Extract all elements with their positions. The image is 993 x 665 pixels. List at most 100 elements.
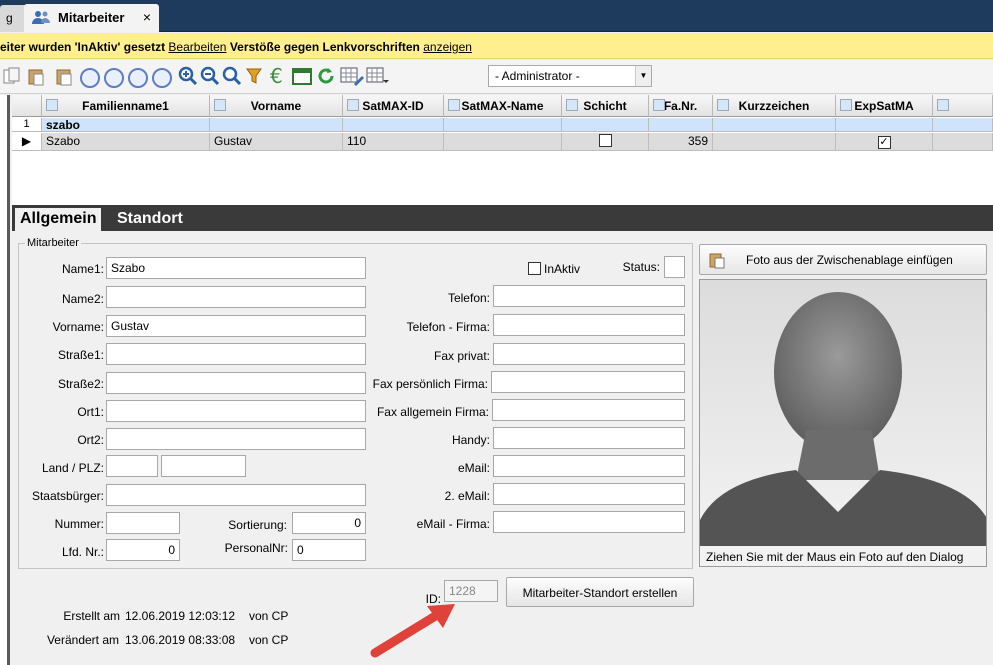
tab-standort[interactable]: Standort bbox=[112, 208, 188, 231]
zoom-icon[interactable] bbox=[222, 66, 242, 86]
photo-dropzone[interactable]: Ziehen Sie mit der Maus ein Foto auf den… bbox=[699, 279, 987, 567]
zoom-in-icon[interactable] bbox=[178, 66, 198, 86]
expsatma-checkbox[interactable]: ✓ bbox=[877, 136, 891, 149]
group-title: Mitarbeiter bbox=[27, 237, 79, 249]
next-record-icon[interactable] bbox=[128, 68, 148, 88]
grid-edit-icon[interactable] bbox=[340, 66, 364, 86]
schicht-checkbox[interactable] bbox=[598, 134, 612, 147]
name2-label: Name2: bbox=[61, 292, 104, 306]
status-label: Status: bbox=[622, 260, 660, 274]
strasse1-field[interactable] bbox=[106, 343, 366, 365]
column-header-schicht[interactable]: Schicht bbox=[562, 95, 649, 117]
table-cell-vorname[interactable]: Gustav bbox=[210, 133, 343, 151]
filter-icon[interactable] bbox=[245, 66, 265, 86]
status-field[interactable] bbox=[664, 256, 685, 278]
filter-cell-expsatma[interactable] bbox=[836, 118, 933, 132]
table-cell-familienname1[interactable]: Szabo bbox=[42, 133, 210, 151]
filter-cell-satmax-id[interactable] bbox=[343, 118, 444, 132]
plz-field[interactable] bbox=[161, 455, 246, 477]
fax-allgemein-label: Fax allgemein Firma: bbox=[376, 405, 489, 419]
column-header-satmax-name[interactable]: SatMAX-Name bbox=[444, 95, 562, 117]
filter-cell-vorname[interactable] bbox=[210, 118, 343, 132]
prev-record-icon[interactable] bbox=[104, 68, 124, 88]
vorname-field[interactable]: Gustav bbox=[106, 315, 366, 337]
paste-photo-label: Foto aus der Zwischenablage einfügen bbox=[746, 253, 953, 267]
filter-cell-kurzzeichen[interactable] bbox=[713, 118, 836, 132]
first-record-icon[interactable] bbox=[80, 68, 100, 88]
staatsbuerger-label: Staatsbürger: bbox=[31, 489, 104, 503]
column-header-kurzzeichen[interactable]: Kurzzeichen bbox=[713, 95, 836, 117]
email2-field[interactable] bbox=[493, 483, 685, 505]
name1-label: Name1: bbox=[61, 262, 104, 276]
column-header-expsatma[interactable]: ExpSatMA bbox=[836, 95, 933, 117]
role-select[interactable]: - Administrator - ▼ bbox=[488, 65, 652, 87]
table-cell-satmax-name[interactable] bbox=[444, 133, 562, 151]
paste-photo-button[interactable]: Foto aus der Zwischenablage einfügen bbox=[699, 244, 987, 275]
ort1-field[interactable] bbox=[106, 400, 366, 422]
filter-cell-more[interactable] bbox=[933, 118, 993, 132]
grid-options-icon[interactable] bbox=[366, 66, 390, 86]
strasse2-field[interactable] bbox=[106, 372, 366, 394]
refresh-icon[interactable] bbox=[316, 66, 336, 86]
last-record-icon[interactable] bbox=[152, 68, 172, 88]
zoom-out-icon[interactable] bbox=[200, 66, 220, 86]
close-icon[interactable]: × bbox=[143, 9, 151, 25]
lfd-nr-field[interactable]: 0 bbox=[106, 539, 180, 561]
column-header-fa-nr[interactable]: Fa.Nr. bbox=[649, 95, 713, 117]
chevron-down-icon[interactable]: ▼ bbox=[635, 66, 651, 86]
tab-label: Mitarbeiter bbox=[58, 10, 125, 25]
column-header-more[interactable] bbox=[933, 95, 993, 117]
column-header-familienname1[interactable]: Familienname1 bbox=[42, 95, 210, 117]
fax-privat-field[interactable] bbox=[493, 343, 685, 365]
paste-special-icon[interactable] bbox=[54, 66, 74, 86]
filter-cell-satmax-name[interactable] bbox=[444, 118, 562, 132]
table-icon[interactable] bbox=[292, 66, 312, 86]
left-border bbox=[0, 95, 10, 665]
bearbeiten-link[interactable]: Bearbeiten bbox=[168, 40, 226, 54]
telefon-field[interactable] bbox=[493, 285, 685, 307]
paste-icon[interactable] bbox=[26, 66, 46, 86]
tab-allgemein[interactable]: Allgemein bbox=[15, 208, 102, 231]
column-header-satmax-id[interactable]: SatMAX-ID bbox=[343, 95, 444, 117]
row-indicator-icon[interactable]: ▶ bbox=[12, 133, 42, 151]
inaktiv-checkbox-row[interactable]: InAktiv bbox=[528, 262, 598, 276]
staatsbuerger-field[interactable] bbox=[106, 484, 366, 506]
tab-mitarbeiter[interactable]: Mitarbeiter × bbox=[24, 4, 159, 32]
changed-label: Verändert am bbox=[46, 633, 119, 647]
fax-persoenlich-field[interactable] bbox=[491, 371, 685, 393]
create-location-button[interactable]: Mitarbeiter-Standort erstellen bbox=[506, 577, 694, 607]
email-firma-field[interactable] bbox=[493, 511, 685, 533]
sort-icon bbox=[566, 99, 578, 111]
name2-field[interactable] bbox=[106, 286, 366, 308]
table-cell-fa-nr[interactable]: 359 bbox=[649, 133, 713, 151]
copy-icon[interactable] bbox=[2, 66, 22, 86]
ort2-field[interactable] bbox=[106, 428, 366, 450]
nummer-field[interactable] bbox=[106, 512, 180, 534]
fax-persoenlich-label: Fax persönlich Firma: bbox=[372, 377, 488, 391]
name1-field[interactable]: Szabo bbox=[106, 257, 366, 279]
table-cell-expsatma[interactable]: ✓ bbox=[836, 133, 933, 151]
inaktiv-checkbox[interactable] bbox=[528, 262, 541, 275]
table-cell-more[interactable] bbox=[933, 133, 993, 151]
handy-field[interactable] bbox=[493, 427, 685, 449]
filter-cell-fa-nr[interactable] bbox=[649, 118, 713, 132]
column-header-vorname[interactable]: Vorname bbox=[210, 95, 343, 117]
sort-icon bbox=[448, 99, 460, 111]
fax-allgemein-field[interactable] bbox=[492, 399, 685, 421]
land-field[interactable] bbox=[106, 455, 158, 477]
euro-icon[interactable]: € bbox=[268, 66, 290, 86]
fax-privat-label: Fax privat: bbox=[433, 349, 490, 363]
email-field[interactable] bbox=[493, 455, 685, 477]
table-cell-kurzzeichen[interactable] bbox=[713, 133, 836, 151]
table-cell-satmax-id[interactable]: 110 bbox=[343, 133, 444, 151]
avatar-placeholder-icon bbox=[700, 292, 986, 546]
filter-cell-schicht[interactable] bbox=[562, 118, 649, 132]
filter-cell-familienname1[interactable]: szabo bbox=[42, 118, 210, 132]
personal-nr-field[interactable]: 0 bbox=[292, 539, 366, 561]
filter-row-number: 1 bbox=[12, 118, 42, 132]
anzeigen-link[interactable]: anzeigen bbox=[423, 40, 472, 54]
role-select-value: - Administrator - bbox=[495, 69, 580, 83]
table-cell-schicht[interactable] bbox=[562, 133, 649, 151]
telefon-firma-field[interactable] bbox=[493, 314, 685, 336]
sortierung-field[interactable]: 0 bbox=[292, 512, 366, 534]
